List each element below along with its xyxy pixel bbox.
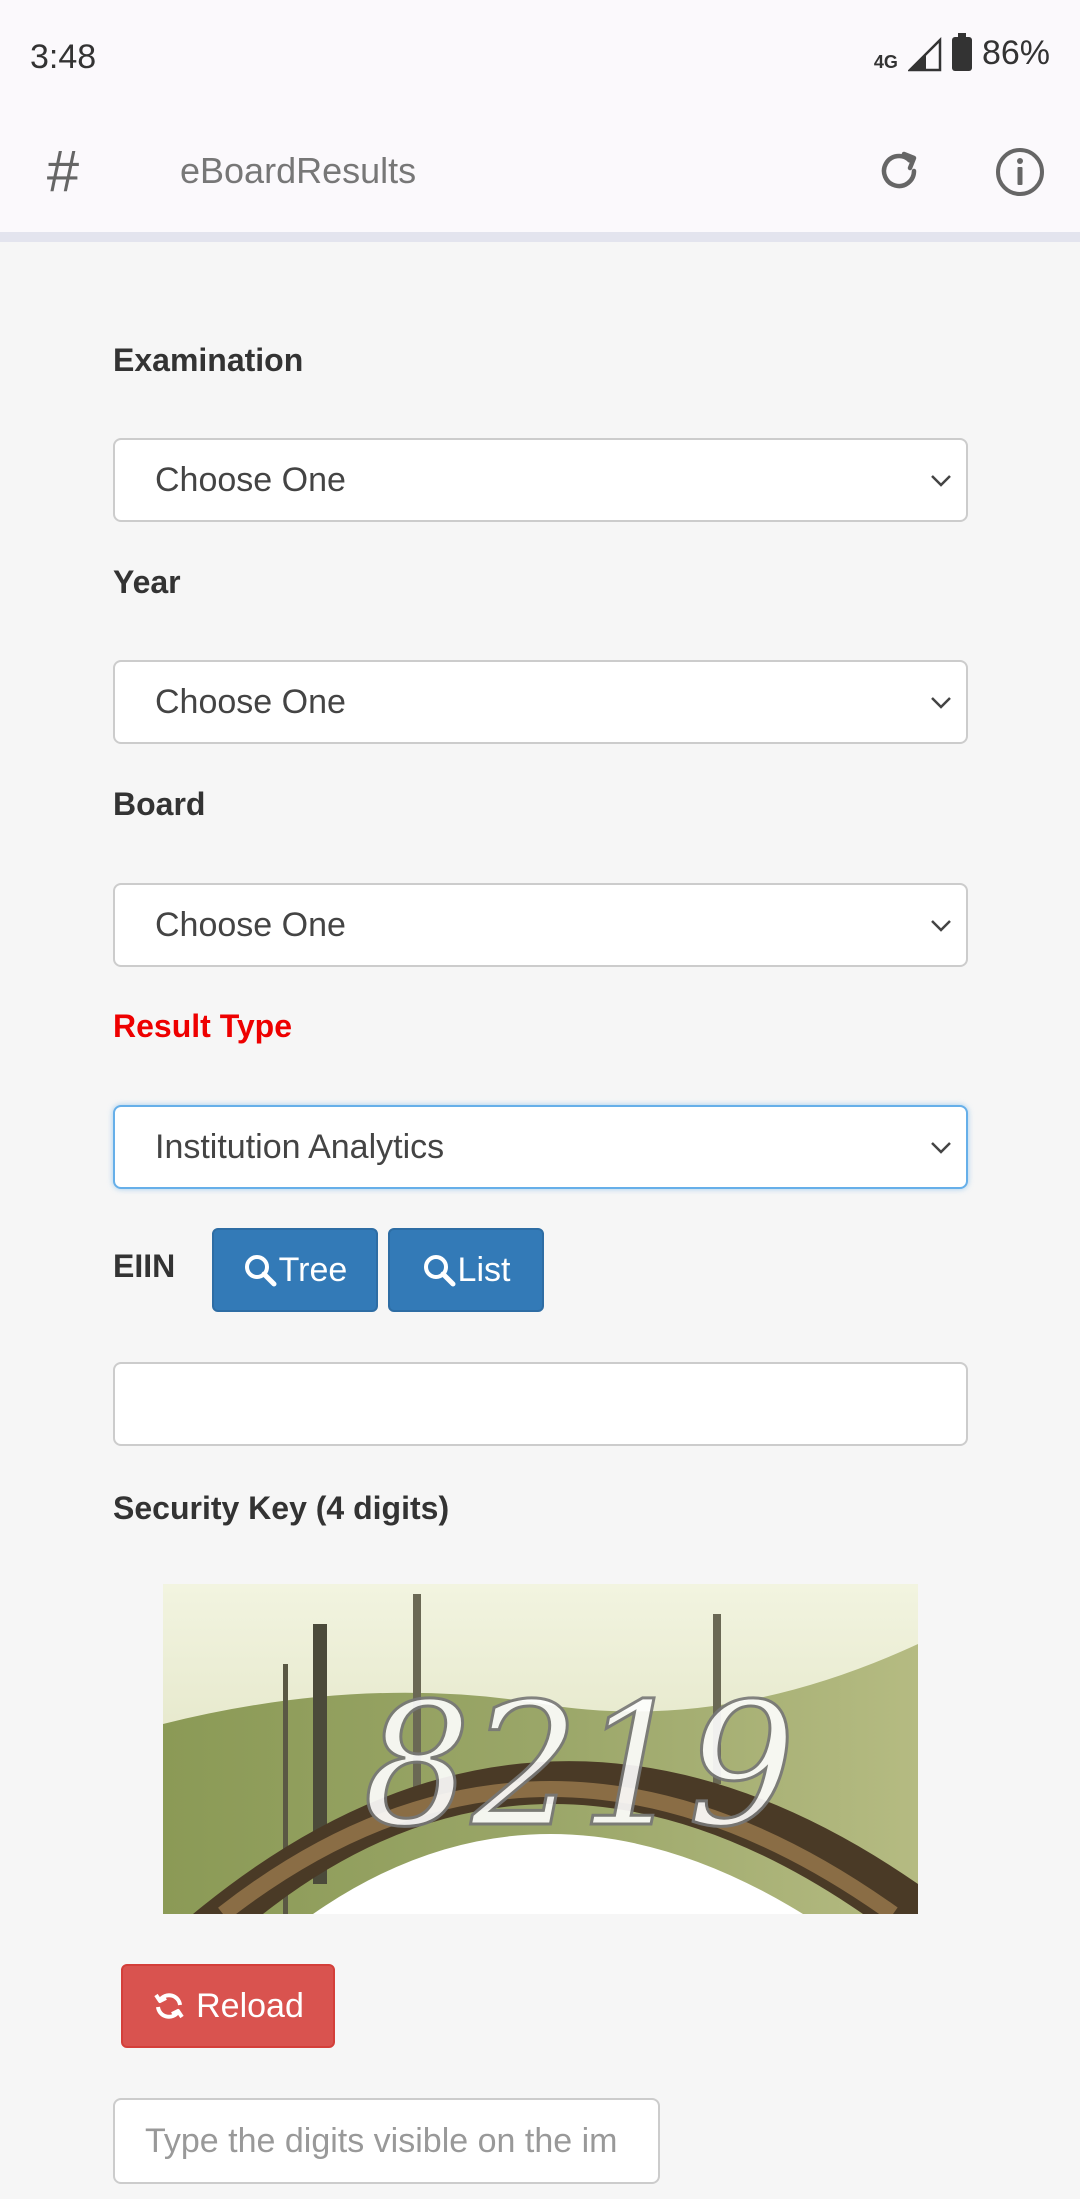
examination-select[interactable]: Choose One [113, 438, 968, 522]
status-icons: 4G 86% [873, 32, 1050, 73]
examination-label: Examination [113, 342, 304, 378]
chevron-down-icon [931, 920, 951, 932]
captcha-digits: 8219 [363, 1667, 796, 1865]
reload-label: Reload [196, 1986, 304, 2025]
result-type-label: Result Type [113, 1008, 292, 1044]
search-icon [244, 1255, 277, 1287]
info-icon[interactable] [994, 146, 1046, 198]
result-type-value: Institution Analytics [155, 1127, 445, 1166]
board-label: Board [113, 786, 206, 822]
app-title: eBoardResults [180, 150, 417, 191]
eiin-label: EIIN [113, 1248, 176, 1284]
battery-icon [951, 32, 972, 71]
year-value: Choose One [155, 682, 346, 721]
battery-level: 86% [981, 34, 1050, 72]
hash-icon[interactable]: # [46, 138, 78, 205]
reload-button[interactable]: Reload [121, 1964, 335, 2048]
signal-icon [907, 36, 942, 71]
status-bar: 3:48 4G 86% [0, 0, 1080, 116]
network-type: 4G [873, 52, 898, 72]
chevron-down-icon [931, 475, 951, 487]
result-type-select[interactable]: Institution Analytics [113, 1105, 968, 1189]
security-key-label: Security Key (4 digits) [113, 1490, 450, 1526]
board-select[interactable]: Choose One [113, 883, 968, 967]
refresh-icon[interactable] [874, 146, 924, 196]
refresh-icon [154, 1993, 184, 2019]
year-label: Year [113, 564, 181, 600]
search-icon [423, 1255, 456, 1287]
year-select[interactable]: Choose One [113, 660, 968, 744]
list-search-button[interactable]: List [388, 1228, 544, 1312]
examination-value: Choose One [155, 460, 346, 499]
chevron-down-icon [931, 697, 951, 709]
status-time: 3:48 [30, 38, 97, 76]
captcha-image: 8219 [163, 1584, 918, 1914]
eiin-input[interactable] [113, 1362, 968, 1446]
list-button-label: List [457, 1250, 511, 1289]
board-value: Choose One [155, 905, 346, 944]
tree-search-button[interactable]: Tree [212, 1228, 378, 1312]
app-bar: # eBoardResults [0, 116, 1080, 242]
chevron-down-icon [931, 1142, 951, 1154]
captcha-input[interactable] [113, 2098, 660, 2184]
tree-button-label: Tree [278, 1250, 348, 1289]
